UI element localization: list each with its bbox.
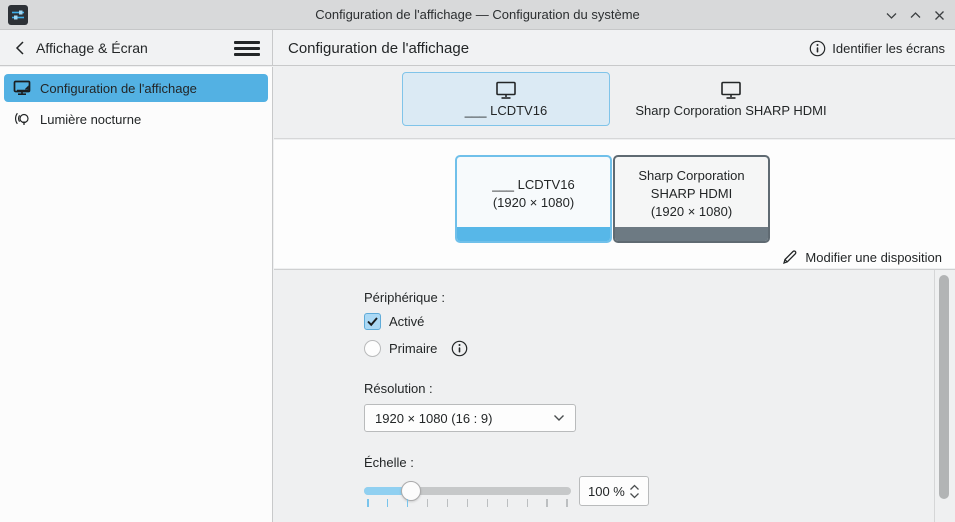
category-title: Affichage & Écran [36,40,148,56]
screen-preview-sharp-hdmi[interactable]: Sharp Corporation SHARP HDMI (1920 × 108… [613,155,770,243]
scale-slider-track[interactable] [364,487,571,495]
edit-pencil-icon [782,249,798,265]
screen-resolution: (1920 × 1080) [638,203,744,221]
output-tab-label: Sharp Corporation SHARP HDMI [635,103,826,118]
vertical-scrollbar[interactable] [939,275,949,499]
output-tab-lcdtv16[interactable]: ___ LCDTV16 [402,72,610,126]
primary-radio[interactable] [364,340,381,357]
scroll-area-divider [934,270,935,522]
window-title: Configuration de l'affichage — Configura… [0,0,955,30]
screen-settings-panel: Périphérique : Activé Primaire Résolutio… [274,269,955,522]
scale-label: Échelle : [364,455,414,470]
device-label: Périphérique : [364,290,445,305]
output-tab-label: ___ LCDTV16 [465,103,547,118]
screen-name: Sharp Corporation [638,167,744,185]
output-tab-sharp-hdmi[interactable]: Sharp Corporation SHARP HDMI [616,72,846,126]
primary-label: Primaire [389,341,437,356]
close-button[interactable] [931,7,947,23]
sidebar-item-label: Lumière nocturne [40,112,141,127]
sidebar: Configuration de l'affichage Lumière noc… [0,67,273,522]
header: Affichage & Écran Configuration de l'aff… [0,30,955,66]
spin-up-icon[interactable] [629,484,640,491]
identify-screens-label: Identifier les écrans [832,41,945,56]
screen-arrangement-area: ___ LCDTV16 (1920 × 1080) Sharp Corporat… [274,140,955,268]
enabled-checkbox[interactable] [364,313,381,330]
screen-color-bar [615,227,768,241]
enabled-row: Activé [364,313,424,330]
header-left: Affichage & Écran [0,30,273,66]
system-settings-window: Configuration de l'affichage — Configura… [0,0,955,522]
maximize-button[interactable] [907,7,923,23]
scale-slider-handle[interactable] [401,481,421,501]
info-icon[interactable] [451,340,468,357]
output-tabstrip: ___ LCDTV16 Sharp Corporation SHARP HDMI [274,67,955,139]
modify-layout-button[interactable]: Modifier une disposition [782,249,942,265]
chevron-down-icon [553,414,565,422]
scale-spinbox[interactable]: 100 % [579,476,649,506]
check-icon [366,315,379,328]
page-title: Configuration de l'affichage [288,40,469,57]
primary-row: Primaire [364,340,468,357]
scale-value: 100 % [588,484,625,499]
night-light-icon [13,111,31,128]
modify-layout-label: Modifier une disposition [805,250,942,265]
minimize-button[interactable] [883,7,899,23]
screen-resolution: (1920 × 1080) [492,194,574,212]
hamburger-menu-icon[interactable] [234,38,260,58]
monitor-icon [495,81,517,100]
resolution-label: Résolution : [364,381,433,396]
sidebar-item-night-light[interactable]: Lumière nocturne [4,105,268,133]
screen-preview-lcdtv16[interactable]: ___ LCDTV16 (1920 × 1080) [455,155,612,243]
spinbox-arrows [629,484,640,499]
monitor-icon [13,80,31,96]
sidebar-item-label: Configuration de l'affichage [40,81,197,96]
resolution-value: 1920 × 1080 (16 : 9) [375,411,492,426]
screen-color-bar [457,227,610,241]
scale-slider-ticks [367,499,568,507]
titlebar: Configuration de l'affichage — Configura… [0,0,955,30]
screen-name: SHARP HDMI [638,185,744,203]
enabled-label: Activé [389,314,424,329]
sidebar-item-display-configuration[interactable]: Configuration de l'affichage [4,74,268,102]
window-controls [883,0,947,30]
resolution-dropdown[interactable]: 1920 × 1080 (16 : 9) [364,404,576,432]
back-button[interactable] [6,34,34,62]
spin-down-icon[interactable] [629,492,640,499]
identify-screens-button[interactable]: Identifier les écrans [809,40,945,57]
info-icon [809,40,826,57]
header-right: Configuration de l'affichage Identifier … [274,30,955,66]
monitor-icon [720,81,742,100]
main-content: ___ LCDTV16 Sharp Corporation SHARP HDMI… [274,67,955,522]
screen-name: ___ LCDTV16 [492,176,574,194]
